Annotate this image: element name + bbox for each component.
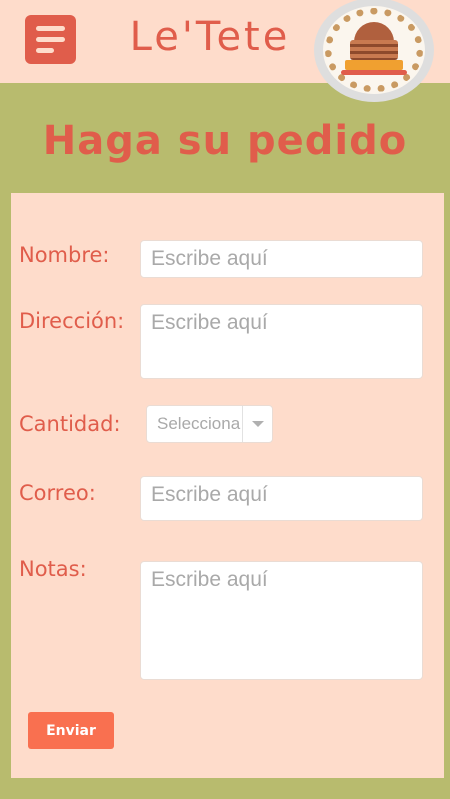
quantity-label: Cantidad: xyxy=(19,412,121,436)
address-textarea[interactable]: Escribe aquí xyxy=(140,304,423,379)
name-input[interactable]: Escribe aquí xyxy=(140,240,423,278)
notes-textarea[interactable]: Escribe aquí xyxy=(140,561,423,680)
submit-button[interactable]: Enviar xyxy=(28,712,114,749)
name-label: Nombre: xyxy=(19,243,110,267)
notes-label: Notas: xyxy=(19,557,87,581)
cake-logo-icon[interactable] xyxy=(314,0,434,102)
quantity-select[interactable]: Selecciona xyxy=(146,405,273,443)
address-label: Dirección: xyxy=(19,309,125,333)
top-header: Le'Tete xyxy=(0,0,450,102)
email-input[interactable]: Escribe aquí xyxy=(140,476,423,521)
chevron-down-icon[interactable] xyxy=(243,421,272,427)
order-form: Nombre: Escribe aquí Dirección: Escribe … xyxy=(11,193,444,778)
email-label: Correo: xyxy=(19,481,96,505)
page-title: Haga su pedido xyxy=(42,118,408,164)
quantity-select-value: Selecciona xyxy=(157,414,241,433)
